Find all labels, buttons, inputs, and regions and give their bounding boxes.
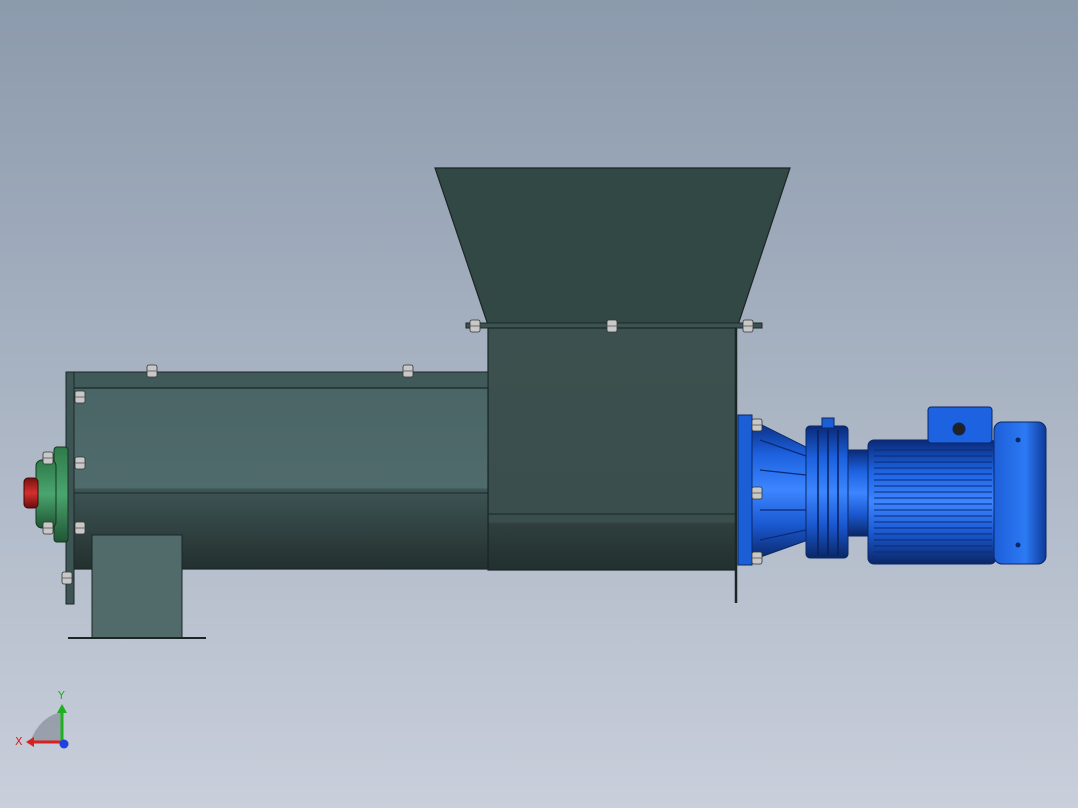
motor-flange-plate	[737, 414, 753, 566]
support-leg-plate	[91, 534, 183, 639]
bearing-housing	[35, 459, 57, 529]
x-axis-label: X	[15, 735, 23, 748]
fan-cover-bolt	[1015, 542, 1021, 548]
motor-fan-cover	[993, 421, 1047, 565]
shaft-end-cap	[23, 477, 39, 509]
cable-gland	[952, 422, 966, 436]
hopper-body	[487, 327, 737, 571]
y-axis-label: Y	[57, 689, 65, 702]
motor-coupling	[847, 449, 871, 537]
cad-viewport[interactable]: X Y	[0, 0, 1078, 808]
gearbox-vent	[821, 417, 835, 429]
z-axis-dot	[59, 739, 69, 749]
trough-top-lip	[69, 371, 489, 389]
motor-body	[867, 439, 997, 565]
fan-cover-bolt	[1015, 437, 1021, 443]
gearbox	[805, 425, 849, 559]
hopper-funnel	[434, 167, 791, 326]
